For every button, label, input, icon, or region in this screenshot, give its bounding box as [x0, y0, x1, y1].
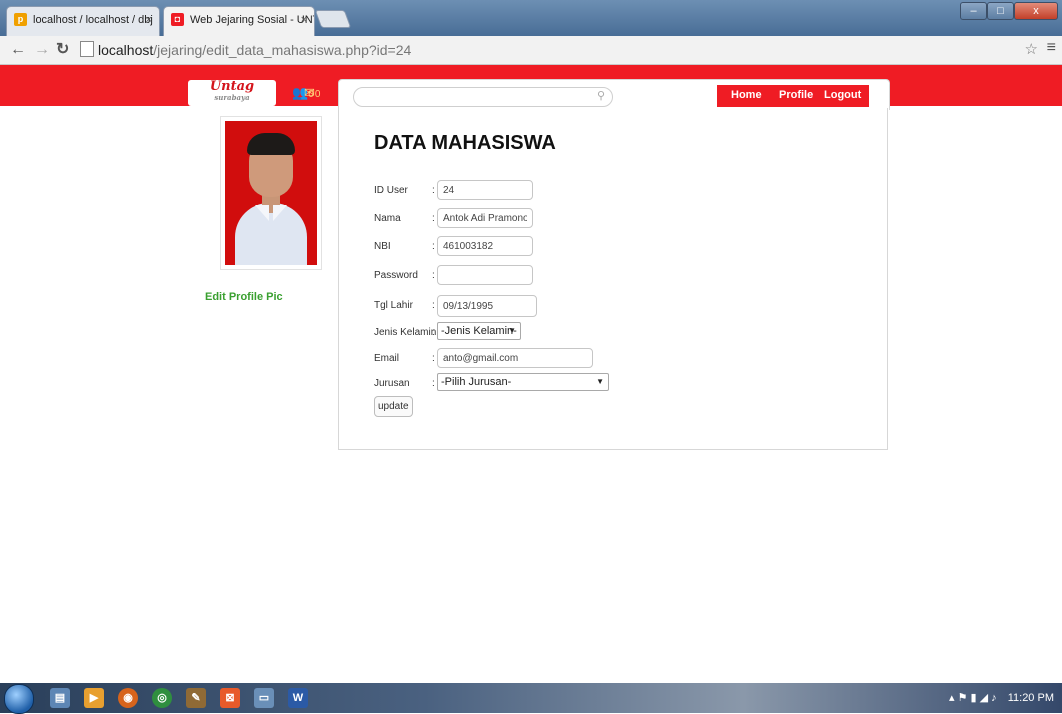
tool-icon[interactable]: ✎ [186, 688, 206, 708]
field-label: Email [374, 353, 400, 364]
tray-icons[interactable]: ▴ ⚑ ▮ ◢ ♪ [949, 692, 997, 704]
window-icon[interactable]: ▭ [254, 688, 274, 708]
dropdown-arrow-icon: ▼ [508, 326, 516, 335]
explorer-icon[interactable]: ▤ [50, 688, 70, 708]
field-label: Tgl Lahir [374, 300, 413, 311]
site-favicon-icon: ◘ [171, 13, 184, 26]
nav-home-link[interactable]: Home [731, 89, 762, 101]
profile-photo [220, 116, 322, 270]
system-tray: ▴ ⚑ ▮ ◢ ♪ 11:20 PM [949, 691, 1054, 704]
password-input[interactable] [437, 265, 533, 285]
window-close-button[interactable]: x [1014, 2, 1058, 20]
word-icon[interactable]: W [288, 688, 308, 708]
url-host: localhost [98, 42, 154, 58]
field-label: Password [374, 270, 418, 281]
jenis-kelamin-select[interactable]: -Jenis Kelamin- ▼ [437, 322, 521, 340]
phpmyadmin-icon: p [14, 13, 27, 26]
page-title: DATA MAHASISWA [374, 132, 556, 154]
site-header: Untag surabaya 👥0 ✉0 ⚲ Home Profile Logo… [0, 65, 1062, 110]
media-icon[interactable]: ▶ [84, 688, 104, 708]
update-button[interactable]: update [374, 396, 413, 417]
bookmark-star-icon[interactable]: ☆ [1025, 40, 1038, 58]
main-nav: Home Profile Logout [717, 85, 869, 107]
address-bar[interactable]: localhost/jejaring/edit_data_mahasiswa.p… [80, 39, 1022, 61]
logo-subtext: surabaya [214, 93, 250, 102]
minimize-button[interactable]: – [960, 2, 987, 20]
close-icon[interactable]: × [301, 7, 307, 33]
nama-input[interactable] [437, 208, 533, 228]
field-label: Jenis Kelamin [374, 327, 437, 338]
forward-arrow-icon[interactable]: → [34, 40, 50, 60]
os-taskbar: ▤ ▶ ◉ ◎ ✎ ⊠ ▭ W ▴ ⚑ ▮ ◢ ♪ 11:20 PM [0, 683, 1062, 714]
new-tab-button[interactable] [314, 10, 352, 28]
chrome-icon[interactable]: ◎ [152, 688, 172, 708]
field-label: Jurusan [374, 378, 410, 389]
search-area: ⚲ Home Profile Logout [338, 79, 890, 110]
tab-title: localhost / localhost / dbj [33, 14, 153, 26]
firefox-icon[interactable]: ◉ [118, 688, 138, 708]
close-icon[interactable]: × [146, 7, 152, 33]
message-count: 0 [314, 89, 321, 100]
field-label: Nama [374, 213, 401, 224]
maximize-button[interactable]: □ [987, 2, 1014, 20]
jurusan-select[interactable]: -Pilih Jurusan- ▼ [437, 373, 609, 391]
logo-text: Untag [209, 79, 255, 94]
page-icon [80, 41, 94, 57]
browser-tab-phpmyadmin[interactable]: p localhost / localhost / dbj × [6, 6, 160, 36]
search-input[interactable] [353, 87, 613, 107]
xampp-icon[interactable]: ⊠ [220, 688, 240, 708]
dropdown-arrow-icon: ▼ [596, 377, 604, 386]
clock[interactable]: 11:20 PM [1008, 692, 1054, 704]
messages[interactable]: ✉0 [304, 85, 320, 101]
field-label: ID User [374, 185, 408, 196]
reload-icon[interactable]: ↻ [56, 40, 69, 60]
start-button[interactable] [4, 684, 34, 714]
profile-photo-image [225, 121, 317, 265]
nav-logout-link[interactable]: Logout [824, 89, 861, 101]
browser-tab-jejaring[interactable]: ◘ Web Jejaring Sosial - UNT × [163, 6, 315, 36]
back-arrow-icon[interactable]: ← [10, 40, 26, 60]
field-label: NBI [374, 241, 391, 252]
tab-title: Web Jejaring Sosial - UNT [190, 14, 315, 26]
jurusan-value: -Pilih Jurusan- [441, 376, 512, 388]
jenis-kelamin-value: -Jenis Kelamin- [441, 325, 517, 337]
id-user-input[interactable] [437, 180, 533, 200]
message-icon: ✉ [304, 85, 315, 100]
menu-icon[interactable]: ≡ [1047, 39, 1056, 57]
search-icon[interactable]: ⚲ [597, 89, 605, 102]
url-path: /jejaring/edit_data_mahasiswa.php?id=24 [153, 42, 412, 58]
tgl-lahir-input[interactable] [437, 295, 537, 317]
edit-profile-pic-link[interactable]: Edit Profile Pic [205, 291, 283, 303]
nbi-input[interactable] [437, 236, 533, 256]
browser-toolbar: ← → ↻ localhost/jejaring/edit_data_mahas… [0, 36, 1062, 65]
site-logo[interactable]: Untag surabaya [188, 80, 276, 106]
main-content-card: DATA MAHASISWA ID User : Nama : NBI : Pa… [338, 108, 888, 450]
browser-tab-bar: p localhost / localhost / dbj × ◘ Web Je… [0, 0, 1062, 36]
email-input[interactable] [437, 348, 593, 368]
nav-profile-link[interactable]: Profile [779, 89, 813, 101]
